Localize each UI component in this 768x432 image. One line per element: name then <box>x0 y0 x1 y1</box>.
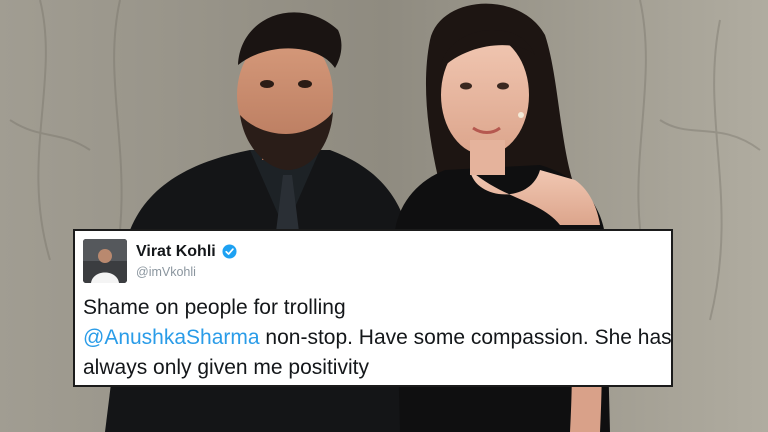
verified-badge-icon <box>222 244 237 259</box>
tweet-body: Shame on people for trolling @AnushkaSha… <box>83 293 673 383</box>
author-name[interactable]: Virat Kohli <box>136 243 216 261</box>
tweet-text-start: Shame on people for trolling <box>83 296 346 319</box>
tweet-card: Virat Kohli @imVkohli Shame on people fo… <box>73 229 673 387</box>
avatar-image <box>83 239 127 283</box>
profile-avatar[interactable] <box>83 239 127 283</box>
mention-link[interactable]: @AnushkaSharma <box>83 326 260 349</box>
author-handle[interactable]: @imVkohli <box>136 265 196 279</box>
